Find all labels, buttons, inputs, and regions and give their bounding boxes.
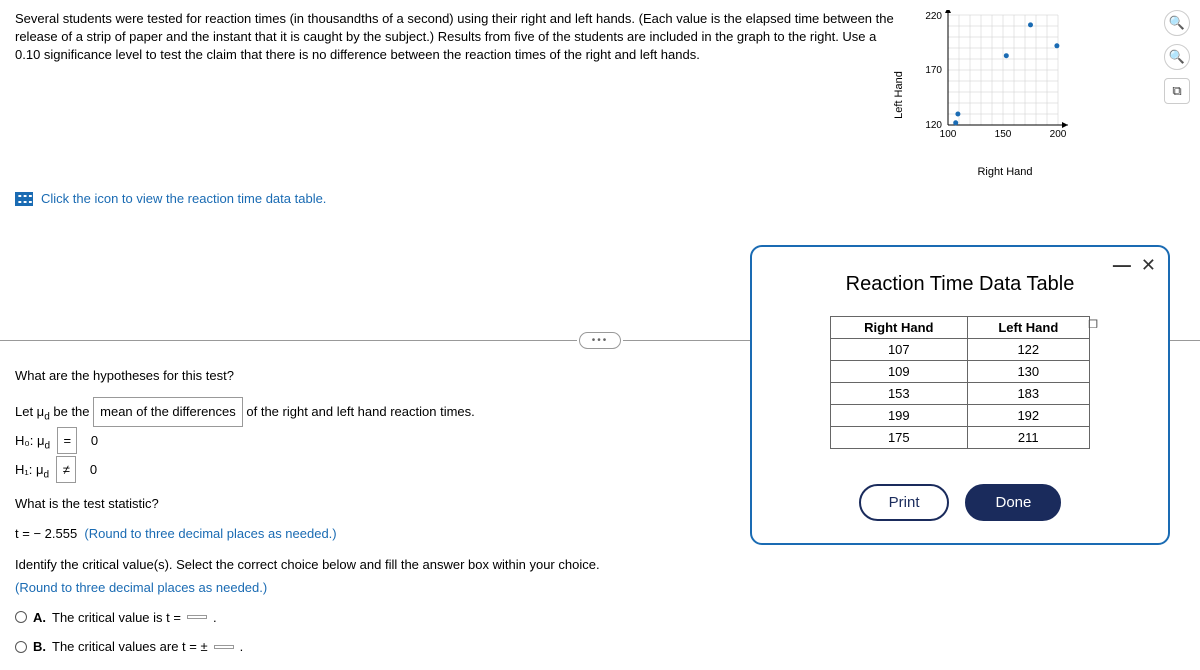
let-prefix: Let μ: [15, 404, 44, 419]
svg-text:150: 150: [995, 129, 1012, 140]
svg-text:200: 200: [1050, 129, 1067, 140]
table-row: 175211: [831, 427, 1090, 449]
data-table-link[interactable]: Click the icon to view the reaction time…: [41, 191, 326, 206]
choice-a-input[interactable]: [187, 615, 207, 619]
table-row: 199192: [831, 405, 1090, 427]
question-intro: Several students were tested for reactio…: [15, 10, 895, 180]
h0-operator[interactable]: =: [57, 427, 77, 454]
table-row: 109130: [831, 361, 1090, 383]
popout-icon[interactable]: ⧉: [1164, 78, 1190, 104]
choice-b-label: B.: [33, 635, 46, 658]
svg-text:100: 100: [940, 129, 957, 140]
reaction-data-table: Right Hand Left Hand 107122 109130 15318…: [830, 316, 1090, 449]
scatter-chart: Left Hand 220 170 120: [905, 10, 1085, 180]
col-right-hand: Right Hand: [831, 317, 968, 339]
minimize-icon[interactable]: —: [1113, 255, 1131, 276]
critical-note: (Round to three decimal places as needed…: [15, 580, 267, 595]
radio-choice-a[interactable]: [15, 611, 27, 623]
svg-text:170: 170: [925, 65, 942, 76]
svg-text:220: 220: [925, 11, 942, 22]
h1-operator[interactable]: ≠: [56, 456, 76, 483]
divider: [0, 340, 577, 341]
h0-label: H₀: μ: [15, 433, 45, 448]
col-left-hand: Left Hand: [967, 317, 1089, 339]
copy-icon[interactable]: ❐: [1088, 318, 1098, 331]
modal-title: Reaction Time Data Table: [774, 273, 1146, 296]
dropdown-mean-diff[interactable]: mean of the differences: [93, 397, 243, 426]
zoom-in-icon[interactable]: 🔍: [1164, 10, 1190, 36]
table-row: 153183: [831, 383, 1090, 405]
t-value: − 2.555: [33, 526, 77, 541]
data-table-modal: — ✕ Reaction Time Data Table Right Hand …: [750, 245, 1170, 545]
done-button[interactable]: Done: [965, 484, 1061, 521]
chart-svg: 220 170 120 100 150 200: [923, 10, 1083, 165]
choice-a-label: A.: [33, 606, 46, 629]
table-row: 107122: [831, 339, 1090, 361]
choice-b-input[interactable]: [214, 645, 234, 649]
x-axis-label: Right Hand: [977, 166, 1032, 178]
radio-choice-b[interactable]: [15, 641, 27, 653]
table-icon[interactable]: [15, 192, 33, 206]
h1-label: H₁: μ: [15, 462, 44, 477]
t-round-note: (Round to three decimal places as needed…: [84, 526, 336, 541]
h1-value[interactable]: 0: [84, 457, 104, 482]
critical-question: Identify the critical value(s). Select t…: [15, 557, 600, 572]
ellipsis-pill[interactable]: •••: [579, 332, 622, 349]
magnify-icon[interactable]: 🔍: [1164, 44, 1190, 70]
print-button[interactable]: Print: [859, 484, 950, 521]
h0-value[interactable]: 0: [85, 428, 105, 453]
y-axis-label: Left Hand: [893, 71, 905, 119]
close-icon[interactable]: ✕: [1141, 255, 1156, 276]
